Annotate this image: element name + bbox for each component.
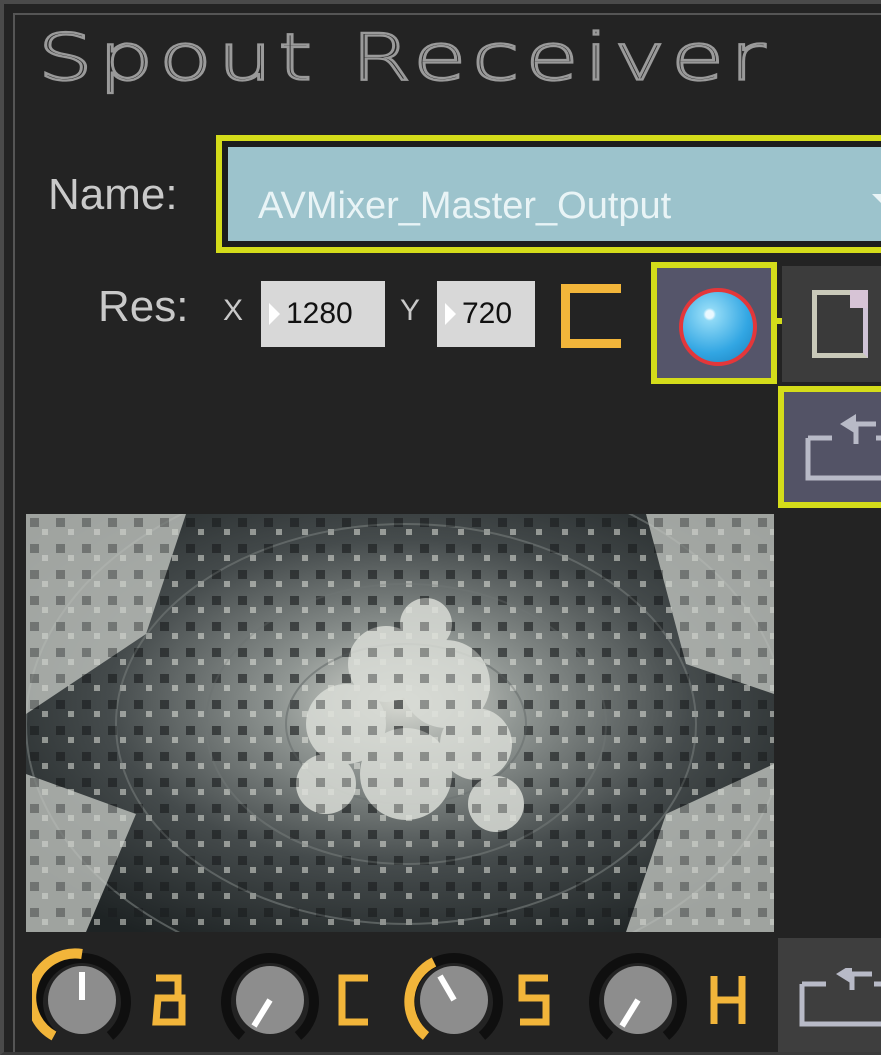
res-x-input[interactable]: 1280	[261, 281, 385, 347]
contrast-knob[interactable]	[220, 948, 320, 1048]
fractal-preview-image	[26, 514, 774, 932]
hue-knob[interactable]	[588, 948, 688, 1048]
play-triangle-icon	[269, 303, 280, 325]
bracket-icon[interactable]	[561, 284, 621, 348]
x-label: X	[223, 294, 244, 327]
swap-arrow-icon	[805, 414, 881, 481]
y-label: Y	[400, 294, 421, 327]
name-label: Name:	[48, 170, 178, 219]
saturation-knob[interactable]	[404, 948, 504, 1048]
record-button[interactable]	[651, 262, 777, 384]
res-y-input[interactable]: 720	[437, 281, 535, 347]
dropdown-field[interactable]: AVMixer_Master_Output	[228, 147, 881, 241]
record-circle-icon	[679, 288, 757, 366]
spout-receiver-panel: Spout Receiver Name: AVMixer_Master_Outp…	[0, 0, 881, 1055]
knob-letter-c	[338, 974, 368, 1026]
swap-button[interactable]	[778, 386, 881, 508]
swap-button-bottom[interactable]	[778, 938, 881, 1052]
swap-arrow-icon	[799, 968, 881, 1027]
video-preview	[26, 514, 774, 932]
knob-letter-h	[710, 976, 746, 1024]
dropdown-selected-value: AVMixer_Master_Output	[258, 185, 672, 227]
res-y-value: 720	[462, 297, 513, 330]
panel-title: Spout Receiver	[36, 19, 772, 96]
knob-letter-b	[152, 974, 186, 1026]
brightness-knob[interactable]	[26, 948, 132, 1048]
knob-letter-s	[518, 974, 550, 1026]
document-icon	[812, 290, 868, 358]
chevron-down-icon[interactable]	[872, 194, 881, 206]
document-button[interactable]	[782, 266, 881, 382]
res-x-value: 1280	[286, 297, 353, 330]
res-label: Res:	[98, 282, 189, 331]
sender-name-dropdown[interactable]: AVMixer_Master_Output	[216, 135, 881, 253]
play-triangle-icon	[445, 303, 456, 325]
